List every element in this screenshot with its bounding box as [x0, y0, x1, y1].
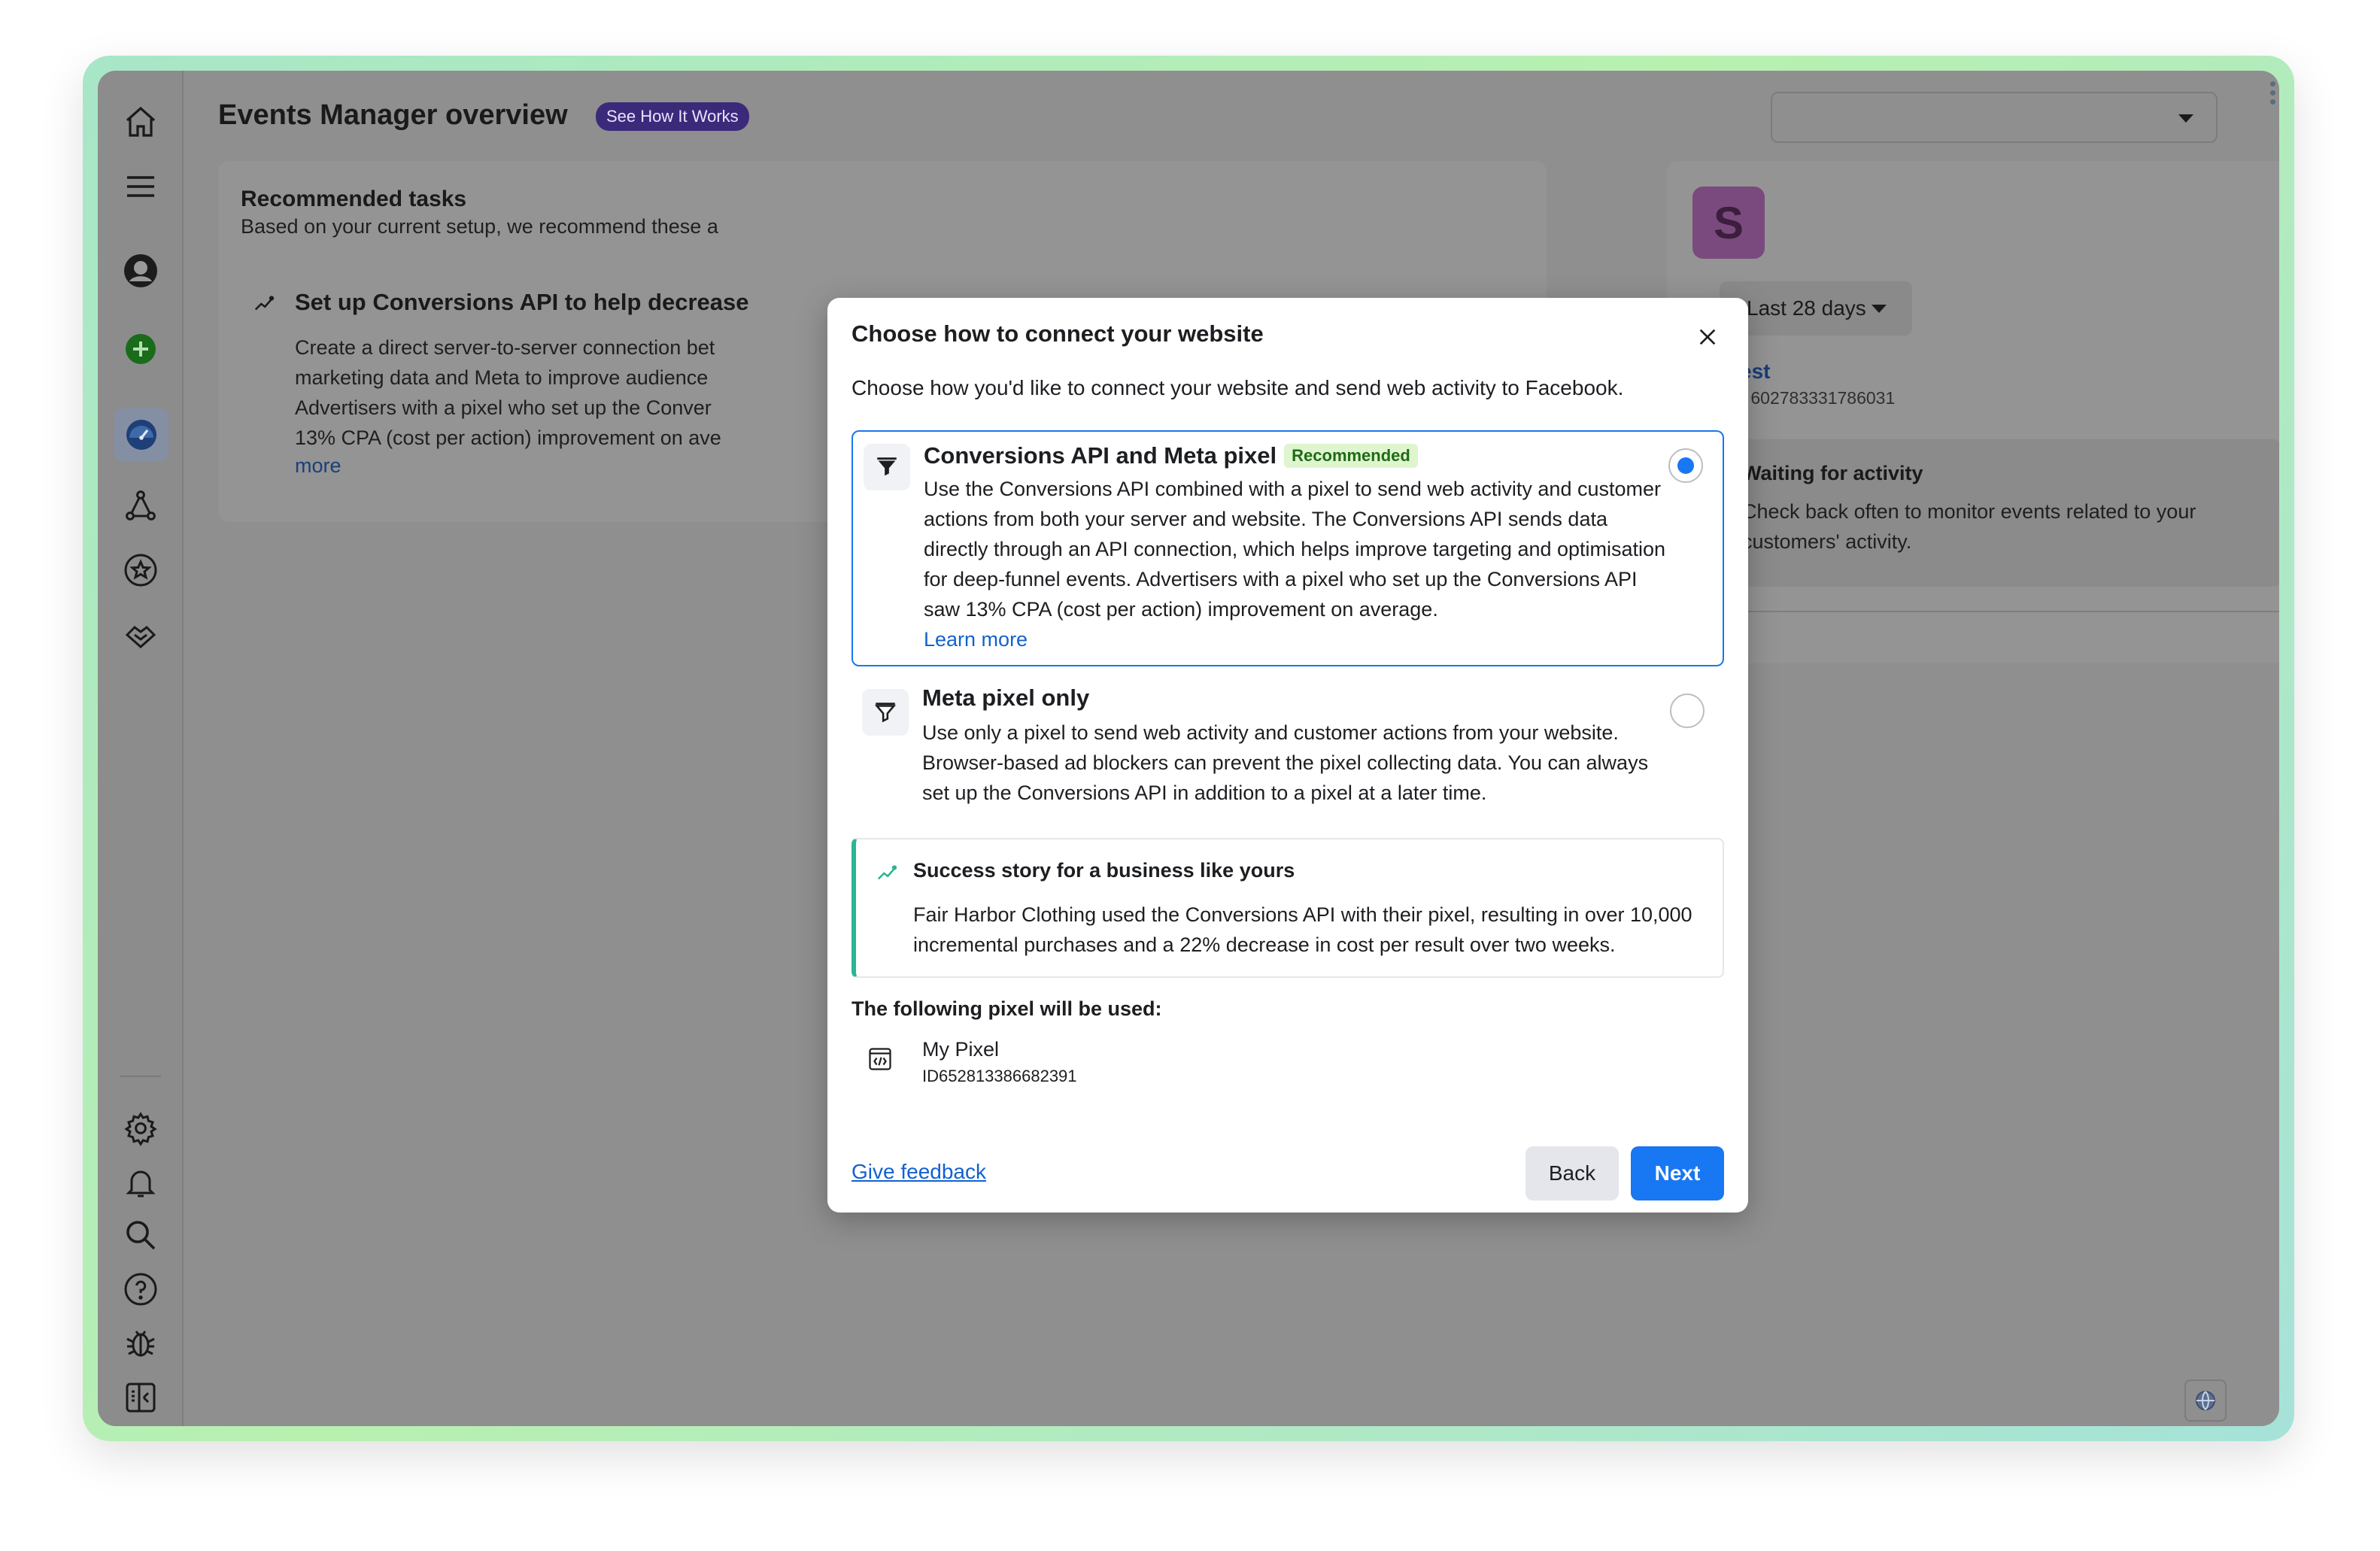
- option-title: Meta pixel only: [922, 684, 1090, 711]
- option-title: Conversions API and Meta pixel Recommende…: [924, 442, 1418, 469]
- account-dropdown[interactable]: [1771, 92, 2218, 143]
- success-story-box: Success story for a business like yours …: [852, 838, 1724, 978]
- success-story-body: Fair Harbor Clothing used the Conversion…: [913, 903, 1692, 956]
- recommended-badge: Recommended: [1284, 444, 1418, 468]
- date-range-label: Last 28 days: [1747, 296, 1866, 320]
- task-more-link[interactable]: more: [295, 454, 342, 478]
- success-story-title: Success story for a business like yours: [913, 859, 1295, 882]
- add-icon[interactable]: [117, 325, 165, 373]
- more-options-icon[interactable]: [2270, 81, 2276, 108]
- pixel-heading: The following pixel will be used:: [852, 997, 1162, 1020]
- settings-icon[interactable]: [117, 1104, 165, 1152]
- learn-more-link[interactable]: Learn more: [924, 628, 1028, 651]
- menu-icon[interactable]: [117, 162, 165, 211]
- panel-toggle-icon[interactable]: [117, 1373, 165, 1422]
- app-window: Events Manager overview See How It Works…: [98, 71, 2279, 1426]
- caret-down-icon: [1872, 305, 1887, 313]
- dialog-title: Choose how to connect your website: [852, 320, 1264, 347]
- pixel-name: My Pixel: [922, 1038, 1000, 1061]
- partner-icon[interactable]: [117, 611, 165, 659]
- pixel-id: ID652813386682391: [922, 1067, 1077, 1085]
- bug-icon[interactable]: [117, 1319, 165, 1367]
- waiting-for-activity-box: Waiting for activity Check back often to…: [1720, 439, 2279, 587]
- network-icon[interactable]: [117, 481, 165, 530]
- recommended-tasks-subtitle: Based on your current setup, we recommen…: [241, 215, 718, 238]
- option-description: Use the Conversions API combined with a …: [924, 478, 1666, 621]
- waiting-body: Check back often to monitor events relat…: [1742, 500, 2196, 553]
- profile-avatar[interactable]: [117, 247, 165, 295]
- filter-icon: [864, 444, 910, 490]
- back-button[interactable]: Back: [1525, 1146, 1619, 1200]
- close-icon[interactable]: [1695, 325, 1720, 349]
- task-body-line: Create a direct server-to-server connect…: [295, 336, 715, 359]
- next-button[interactable]: Next: [1631, 1146, 1724, 1200]
- task-body-line: marketing data and Meta to improve audie…: [295, 366, 709, 389]
- notifications-icon[interactable]: [117, 1158, 165, 1207]
- page-title: Events Manager overview: [218, 99, 568, 131]
- globe-icon[interactable]: [2184, 1380, 2227, 1422]
- dialog-description: Choose how you'd like to connect your we…: [852, 376, 1624, 399]
- radio-selected[interactable]: [1668, 448, 1703, 483]
- task-title[interactable]: Set up Conversions API to help decrease: [295, 289, 749, 316]
- code-window-icon: [867, 1046, 894, 1073]
- overview-card: S Last 28 days Test D: 602783331786031 W…: [1667, 161, 2279, 663]
- radio-unselected[interactable]: [1670, 694, 1705, 728]
- option-meta-pixel-only[interactable]: Meta pixel only Use only a pixel to send…: [852, 677, 1724, 821]
- divider: [1720, 611, 2279, 612]
- task-body-line: 13% CPA (cost per action) improvement on…: [295, 426, 721, 449]
- option-title-text: Conversions API and Meta pixel: [924, 442, 1277, 469]
- sidebar: [98, 71, 184, 1426]
- help-icon[interactable]: [117, 1265, 165, 1313]
- trend-icon: [876, 862, 898, 888]
- task-body: Create a direct server-to-server connect…: [295, 332, 836, 453]
- option-description: Use only a pixel to send web activity an…: [922, 721, 1649, 804]
- see-how-it-works-badge[interactable]: See How It Works: [596, 102, 749, 131]
- search-icon[interactable]: [117, 1211, 165, 1259]
- filter-icon: [862, 689, 909, 736]
- waiting-title: Waiting for activity: [1742, 462, 1923, 484]
- account-id: D: 602783331786031: [1729, 388, 1896, 408]
- home-icon[interactable]: [117, 98, 165, 146]
- date-range-dropdown[interactable]: Last 28 days: [1720, 281, 1912, 335]
- option-conversions-api-and-pixel[interactable]: Conversions API and Meta pixel Recommende…: [852, 430, 1724, 666]
- option-body: Use the Conversions API combined with a …: [924, 474, 1676, 654]
- account-avatar: S: [1692, 187, 1765, 259]
- caret-down-icon: [2178, 114, 2193, 123]
- dashboard-icon[interactable]: [114, 408, 168, 462]
- recommended-tasks-title: Recommended tasks: [241, 187, 467, 211]
- give-feedback-link[interactable]: Give feedback: [852, 1160, 986, 1184]
- star-icon[interactable]: [117, 546, 165, 594]
- sidebar-divider: [120, 1076, 161, 1077]
- trend-icon: [253, 293, 275, 321]
- task-body-line: Advertisers with a pixel who set up the …: [295, 396, 712, 419]
- connect-website-dialog: Choose how to connect your website Choos…: [827, 298, 1748, 1213]
